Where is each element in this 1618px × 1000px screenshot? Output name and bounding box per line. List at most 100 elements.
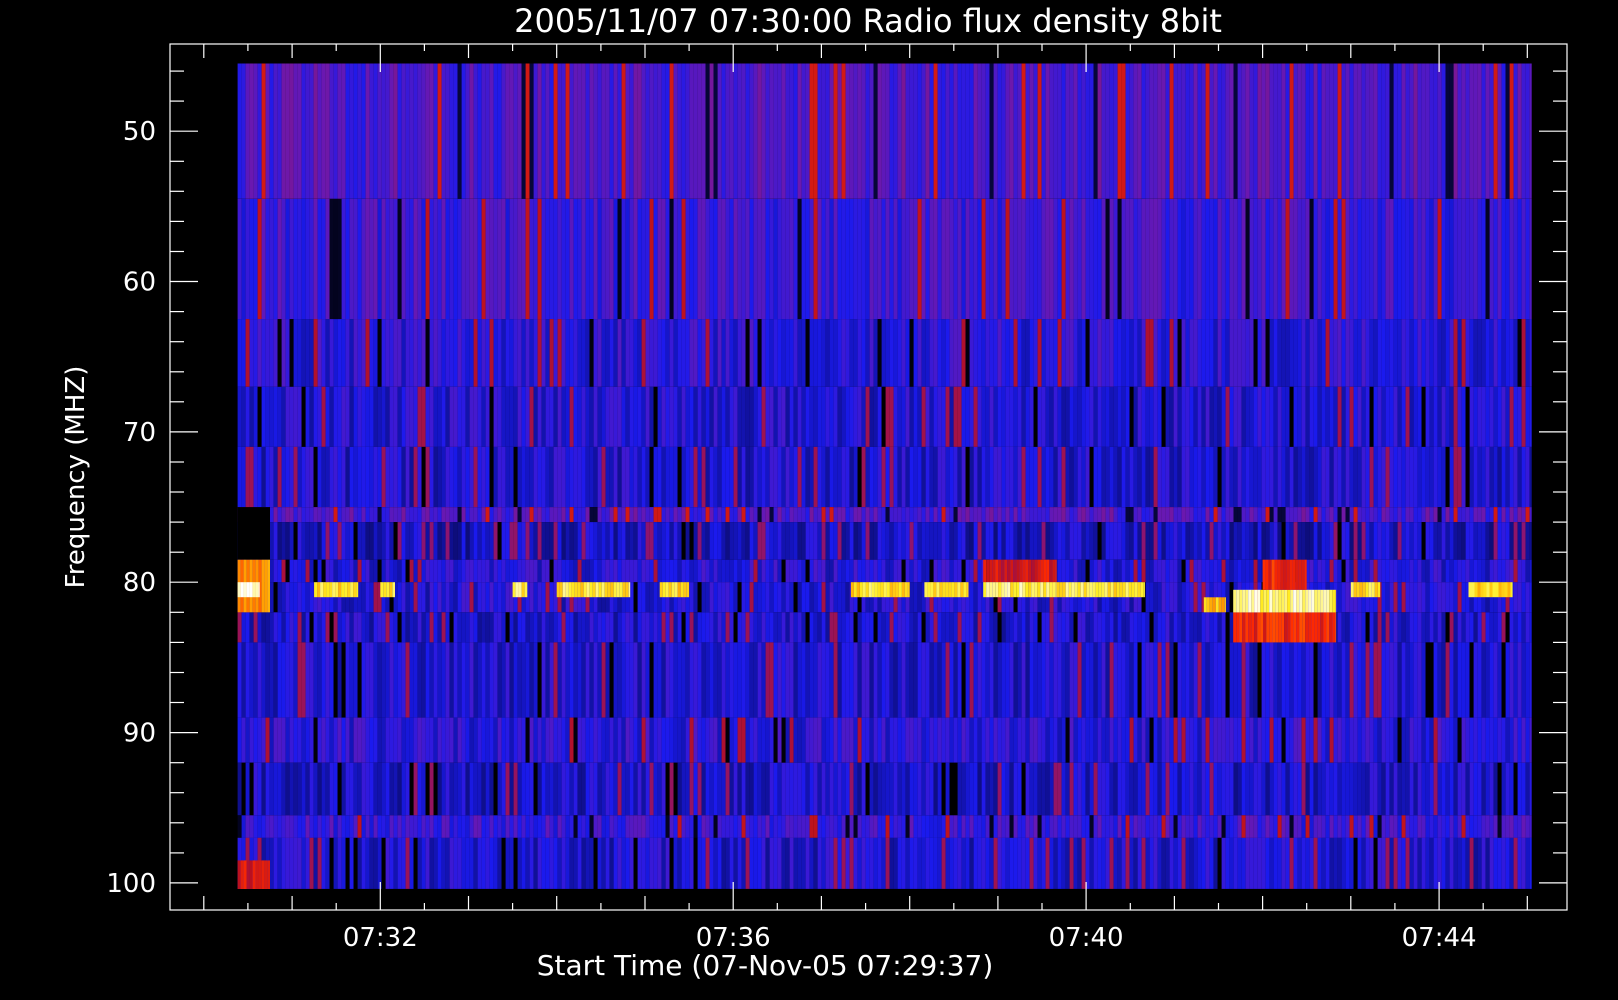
heatmap-cell: [1237, 386, 1242, 447]
heatmap-cell: [241, 386, 246, 447]
heatmap-cell: [757, 507, 762, 523]
heatmap-cell: [817, 522, 822, 560]
heatmap-cell: [1497, 837, 1502, 889]
heatmap-cell: [661, 762, 666, 816]
heatmap-cell: [877, 319, 882, 387]
heatmap-cell: [397, 522, 402, 560]
heatmap-cell: [953, 815, 958, 838]
heatmap-cell: [1345, 837, 1350, 889]
heatmap-cell: [1145, 319, 1150, 387]
heatmap-cell: [297, 815, 302, 838]
heatmap-cell: [877, 815, 882, 838]
heatmap-cell: [1201, 522, 1206, 560]
heatmap-cell: [1529, 612, 1532, 643]
heatmap-cell: [965, 386, 970, 447]
heatmap-cell: [745, 319, 750, 387]
heatmap-cell: [1113, 198, 1118, 320]
heatmap-cell: [589, 815, 594, 838]
heatmap-cell: [329, 559, 334, 583]
heatmap-cell: [357, 559, 362, 583]
heatmap-cell: [1069, 837, 1074, 889]
heatmap-cell: [481, 762, 486, 816]
heatmap-cell: [1481, 837, 1486, 889]
heatmap-cell: [1493, 319, 1498, 387]
heatmap-cell: [1281, 837, 1286, 889]
heatmap-cell: [653, 762, 658, 816]
heatmap-cell: [361, 63, 366, 199]
heatmap-cell: [1181, 815, 1186, 838]
heatmap-cell: [817, 319, 822, 387]
heatmap-cell: [441, 522, 446, 560]
heatmap-cell: [385, 507, 390, 523]
heatmap-cell: [1137, 198, 1142, 320]
heatmap-cell: [713, 446, 718, 507]
heatmap-cell: [737, 582, 742, 613]
heatmap-cell: [1057, 612, 1062, 643]
heatmap-cell: [645, 559, 650, 583]
heatmap-cell: [861, 507, 866, 523]
heatmap-cell: [289, 198, 294, 320]
heatmap-cell: [825, 815, 830, 838]
heatmap-cell: [637, 837, 642, 889]
heatmap-cell: [1325, 446, 1330, 507]
heatmap-cell: [417, 837, 422, 889]
heatmap-cell: [1229, 63, 1234, 199]
heatmap-cell: [705, 815, 710, 838]
heatmap-cell: [373, 319, 378, 387]
heatmap-cell: [1305, 63, 1310, 199]
heatmap-cell: [901, 446, 906, 507]
heatmap-cell: [397, 198, 402, 320]
heatmap-cell: [1053, 612, 1058, 643]
heatmap-cell: [437, 522, 442, 560]
heatmap-cell: [413, 559, 418, 583]
heatmap-cell: [1109, 522, 1114, 560]
heatmap-cell: [1237, 198, 1242, 320]
heatmap-cell: [981, 837, 986, 889]
heatmap-cell: [445, 815, 450, 838]
heatmap-cell: [865, 446, 870, 507]
heatmap-cell: [861, 717, 866, 763]
heatmap-cell: [1257, 198, 1262, 320]
heatmap-cell: [533, 559, 538, 583]
heatmap-cell: [1153, 522, 1158, 560]
heatmap-cell: [837, 837, 842, 889]
heatmap-cell: [1501, 559, 1506, 583]
heatmap-cell: [701, 582, 706, 613]
heatmap-cell: [633, 612, 638, 643]
heatmap-cell: [1005, 386, 1010, 447]
heatmap-cell: [1205, 559, 1210, 583]
heatmap-cell: [1381, 612, 1386, 643]
heatmap-cell: [601, 386, 606, 447]
heatmap-cell: [681, 198, 686, 320]
heatmap-cell: [1441, 446, 1446, 507]
heatmap-cell: [1173, 522, 1178, 560]
heatmap-cell: [293, 815, 298, 838]
heatmap-cell: [1061, 198, 1066, 320]
heatmap-cell: [613, 837, 618, 889]
heatmap-cell: [305, 522, 310, 560]
heatmap-cell: [1361, 198, 1366, 320]
heatmap-cell: [533, 837, 538, 889]
heatmap-cell: [1393, 837, 1398, 889]
heatmap-cell: [1361, 762, 1366, 816]
heatmap-cell: [1029, 717, 1034, 763]
heatmap-cell: [761, 582, 766, 613]
heatmap-cell: [1117, 559, 1122, 583]
heatmap-cell: [1101, 837, 1106, 889]
heatmap-cell: [1213, 762, 1218, 816]
heatmap-cell: [1449, 582, 1454, 613]
heatmap-cell: [1217, 837, 1222, 889]
heatmap-cell: [401, 319, 406, 387]
heatmap-cell: [1429, 762, 1434, 816]
heatmap-cell: [617, 507, 622, 523]
burst-cell: [264, 559, 268, 613]
heatmap-cell: [917, 319, 922, 387]
heatmap-cell: [409, 762, 414, 816]
heatmap-cell: [937, 642, 942, 718]
heatmap-cell: [301, 642, 306, 718]
heatmap-cell: [1177, 582, 1182, 613]
heatmap-cell: [1093, 319, 1098, 387]
heatmap-cell: [1173, 717, 1178, 763]
heatmap-cell: [445, 319, 450, 387]
heatmap-cell: [245, 642, 250, 718]
